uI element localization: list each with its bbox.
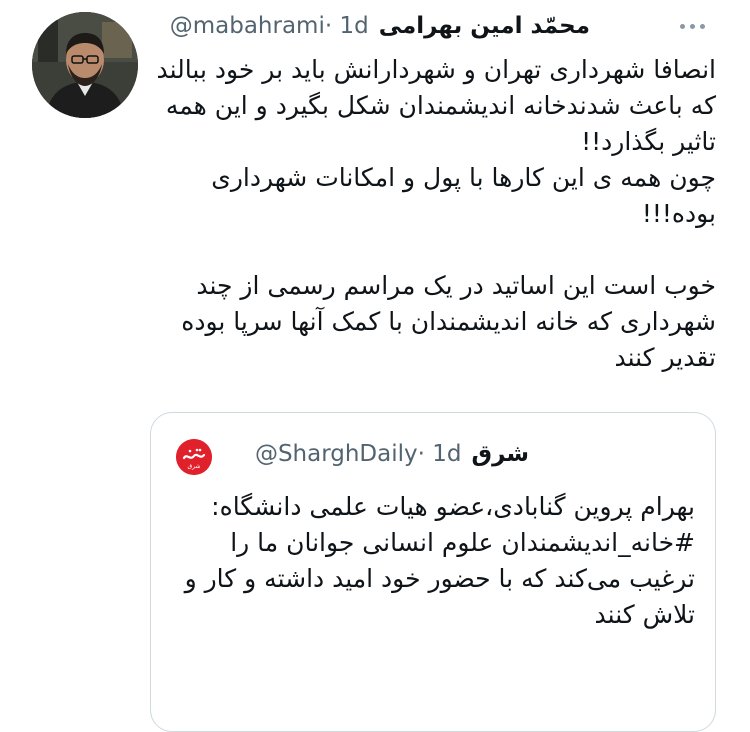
author-name[interactable]: محمّد امین بهرامی bbox=[379, 13, 590, 39]
quoted-tweet[interactable]: شرق شرق @SharghDaily· 1d بهرام پروین گنا… bbox=[150, 412, 716, 732]
author-handle: @mabahrami bbox=[169, 13, 325, 39]
author-handle-time[interactable]: @mabahrami· 1d bbox=[170, 13, 369, 39]
shargh-logo-icon: شرق bbox=[176, 439, 212, 475]
quoted-handle-time[interactable]: @SharghDaily· 1d bbox=[255, 441, 462, 467]
tweet-time: · 1d bbox=[324, 13, 369, 39]
avatar-photo-icon bbox=[32, 12, 138, 118]
more-options-icon[interactable] bbox=[672, 14, 712, 38]
tweet-header: محمّد امین بهرامی @mabahrami· 1d bbox=[150, 8, 590, 44]
quoted-author-name[interactable]: شرق bbox=[472, 441, 530, 467]
shargh-logo-text: شرق bbox=[188, 463, 201, 470]
author-avatar[interactable] bbox=[32, 12, 138, 118]
quoted-tweet-header: شرق @SharghDaily· 1d bbox=[255, 441, 529, 467]
quoted-tweet-text: بهرام پروین گنابادی،عضو هیات علمی دانشگا… bbox=[184, 492, 695, 629]
quoted-tweet-time: · 1d bbox=[417, 441, 462, 467]
tweet-text: انصافا شهرداری تهران و شهردارانش باید بر… bbox=[156, 55, 717, 372]
quoted-author-handle: @SharghDaily bbox=[254, 441, 418, 467]
